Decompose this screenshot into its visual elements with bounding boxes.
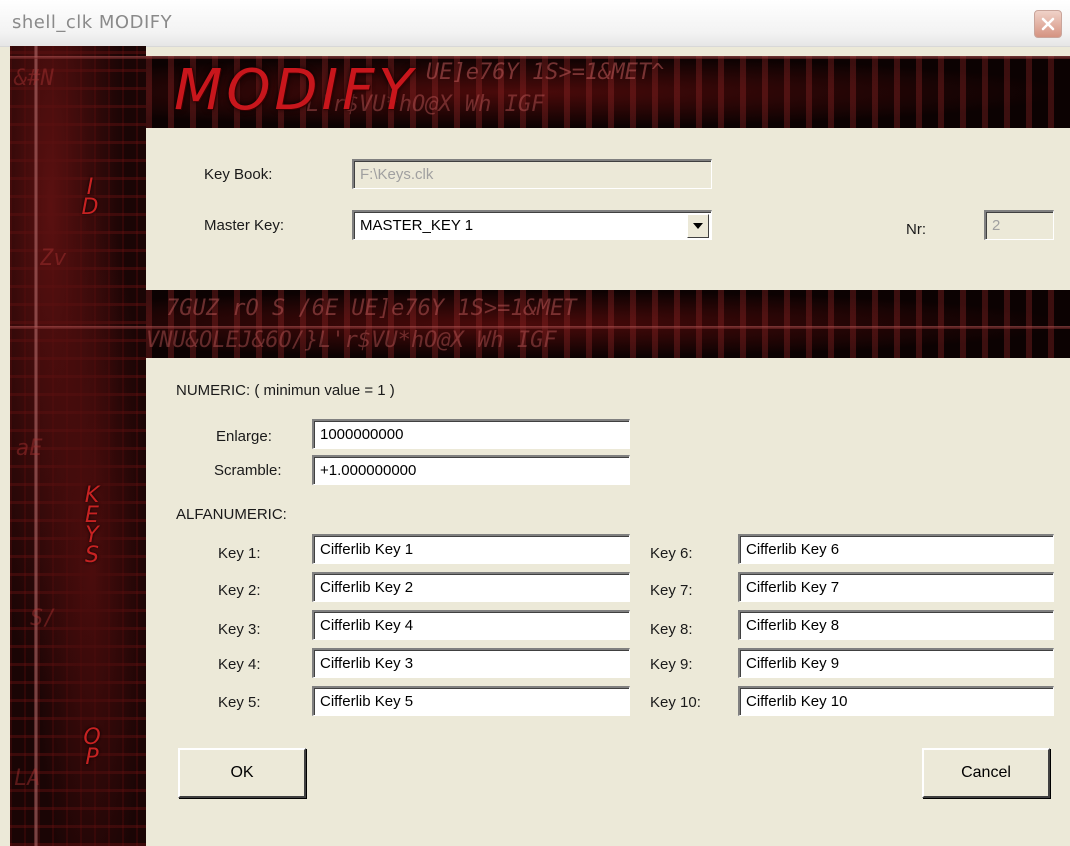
sidebar-letter: D — [81, 195, 99, 220]
window-title: shell_clk MODIFY — [12, 12, 173, 33]
key-4-field[interactable]: Cifferlib Key 3 — [312, 648, 630, 678]
section-op-label: O P — [72, 727, 112, 770]
key-book-field: F:\Keys.clk — [352, 159, 712, 189]
banner-glyphs: 7GUZ rO S /6E UE]e76Y 1S>=1&MET — [166, 296, 577, 321]
key-9-field[interactable]: Cifferlib Key 9 — [738, 648, 1054, 678]
close-icon — [1041, 17, 1055, 31]
scramble-field[interactable]: +1.000000000 — [312, 455, 630, 485]
title-bar[interactable]: shell_clk MODIFY — [0, 0, 1070, 47]
key-8-label: Key 8: — [650, 621, 693, 638]
sidebar-decoration: &#N Zv aE S/ LA I D K E Y S O P — [10, 46, 146, 846]
key-2-field[interactable]: Cifferlib Key 2 — [312, 572, 630, 602]
key-4-label: Key 4: — [218, 656, 261, 673]
key-6-label: Key 6: — [650, 545, 693, 562]
close-button[interactable] — [1034, 10, 1062, 38]
key-book-label: Key Book: — [204, 166, 273, 183]
master-key-select[interactable]: MASTER_KEY 1 — [352, 210, 712, 240]
sidebar-glyphs: Zv — [40, 246, 67, 271]
section-id-label: I D — [70, 177, 110, 220]
key-3-field[interactable]: Cifferlib Key 4 — [312, 610, 630, 640]
key-10-field[interactable]: Cifferlib Key 10 — [738, 686, 1054, 716]
section-keys-label: K E Y S — [72, 485, 112, 568]
dropdown-button[interactable] — [687, 214, 709, 238]
nr-label: Nr: — [906, 221, 926, 238]
ok-button[interactable]: OK — [178, 748, 306, 798]
master-key-value: MASTER_KEY 1 — [360, 217, 474, 234]
key-8-field[interactable]: Cifferlib Key 8 — [738, 610, 1054, 640]
modify-dialog: shell_clk MODIFY &#N Zv aE S/ LA I D K E… — [0, 0, 1070, 846]
key-3-label: Key 3: — [218, 621, 261, 638]
enlarge-field[interactable]: 1000000000 — [312, 419, 630, 449]
sidebar-glyphs: &#N — [14, 66, 54, 91]
master-key-label: Master Key: — [204, 217, 285, 234]
banner-rule — [10, 56, 1070, 59]
banner-glyphs: VNU&OLEJ&6O/}L'r$VU*hO@X Wh IGF — [146, 328, 557, 353]
page-title: MODIFY — [174, 58, 417, 123]
key-6-field[interactable]: Cifferlib Key 6 — [738, 534, 1054, 564]
key-10-label: Key 10: — [650, 694, 701, 711]
scramble-label: Scramble: — [214, 462, 282, 479]
key-1-label: Key 1: — [218, 545, 261, 562]
alfanumeric-heading: ALFANUMERIC: — [176, 506, 287, 523]
chevron-down-icon — [693, 223, 703, 229]
banner-rule — [10, 326, 1070, 329]
key-7-field[interactable]: Cifferlib Key 7 — [738, 572, 1054, 602]
nr-field: 2 — [984, 210, 1054, 240]
key-1-field[interactable]: Cifferlib Key 1 — [312, 534, 630, 564]
sidebar-glyphs: aE — [16, 436, 43, 461]
id-panel — [146, 128, 1070, 290]
banner-glyphs: UE]e76Y 1S>=1&MET^ — [426, 60, 665, 85]
key-2-label: Key 2: — [218, 582, 261, 599]
numeric-heading: NUMERIC: ( minimun value = 1 ) — [176, 382, 395, 399]
key-7-label: Key 7: — [650, 582, 693, 599]
sidebar-glyphs: LA — [14, 766, 41, 791]
cancel-button[interactable]: Cancel — [922, 748, 1050, 798]
sidebar-glyphs: S/ — [30, 606, 57, 631]
key-9-label: Key 9: — [650, 656, 693, 673]
key-5-field[interactable]: Cifferlib Key 5 — [312, 686, 630, 716]
sidebar-letter: S — [85, 543, 99, 568]
sidebar-letter: P — [85, 745, 99, 770]
divider-banner: 7GUZ rO S /6E UE]e76Y 1S>=1&MET VNU&OLEJ… — [146, 290, 1070, 358]
enlarge-label: Enlarge: — [216, 428, 272, 445]
key-5-label: Key 5: — [218, 694, 261, 711]
